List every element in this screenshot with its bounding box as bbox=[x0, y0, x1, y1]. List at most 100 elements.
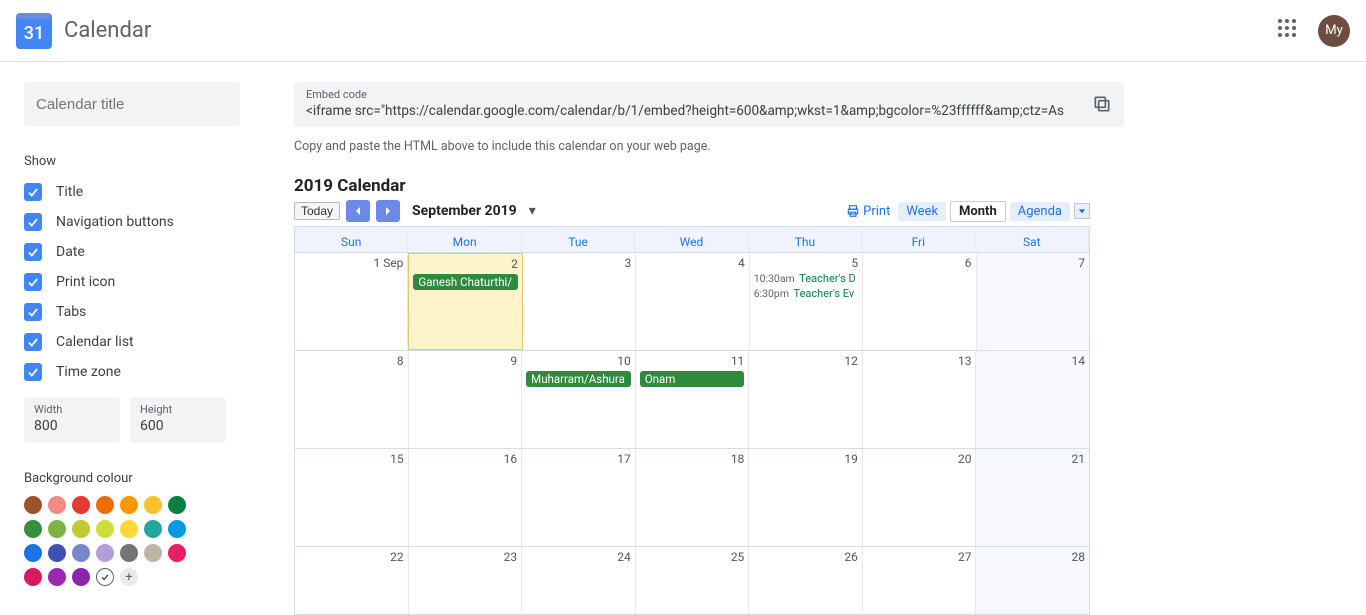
check-timezone[interactable]: Time zone bbox=[24, 363, 264, 381]
next-month-button[interactable] bbox=[376, 200, 400, 222]
tab-week[interactable]: Week bbox=[898, 202, 946, 221]
colour-swatch[interactable] bbox=[96, 520, 114, 538]
day-cell[interactable]: 22 bbox=[295, 547, 409, 614]
today-button[interactable]: Today bbox=[294, 202, 340, 220]
check-calendar-list[interactable]: Calendar list bbox=[24, 333, 264, 351]
day-cell[interactable]: 3 bbox=[523, 253, 636, 350]
day-header: Sat bbox=[976, 232, 1089, 252]
day-cell[interactable]: 27 bbox=[863, 547, 977, 614]
colour-swatch[interactable] bbox=[24, 544, 42, 562]
header-left: 31 Calendar bbox=[16, 13, 151, 49]
week-row: 151617 1819 20 21 bbox=[295, 448, 1089, 546]
day-cell[interactable]: 10Muharram/Ashura bbox=[522, 351, 636, 448]
colour-swatch[interactable] bbox=[24, 568, 42, 586]
day-cell[interactable]: 14 bbox=[976, 351, 1089, 448]
day-cell[interactable]: 23 bbox=[409, 547, 523, 614]
print-button[interactable]: Print bbox=[846, 204, 890, 219]
day-number: 21 bbox=[980, 452, 1085, 466]
day-cell[interactable]: 510:30am Teacher's D6:30pm Teacher's Ev bbox=[750, 253, 863, 350]
day-number: 8 bbox=[299, 354, 404, 368]
timed-event[interactable]: 6:30pm Teacher's Ev bbox=[754, 287, 858, 300]
day-number: 27 bbox=[867, 550, 972, 564]
day-cell[interactable]: 2Ganesh Chaturthi/ bbox=[408, 253, 522, 350]
width-input[interactable]: Width 800 bbox=[24, 397, 120, 443]
day-cell[interactable]: 6 bbox=[863, 253, 976, 350]
day-cell[interactable]: 24 bbox=[522, 547, 636, 614]
day-number: 20 bbox=[867, 452, 972, 466]
day-cell[interactable]: 8 bbox=[295, 351, 409, 448]
check-date[interactable]: Date bbox=[24, 243, 264, 261]
all-day-event[interactable]: Onam bbox=[640, 371, 745, 387]
colour-swatch[interactable] bbox=[144, 496, 162, 514]
colour-swatch[interactable] bbox=[120, 496, 138, 514]
day-cell[interactable]: 20 bbox=[863, 449, 977, 546]
colour-swatch[interactable] bbox=[72, 544, 90, 562]
day-cell[interactable]: 16 bbox=[409, 449, 523, 546]
check-title[interactable]: Title bbox=[24, 183, 264, 201]
day-cell[interactable]: 13 bbox=[863, 351, 977, 448]
user-avatar[interactable]: My bbox=[1318, 15, 1350, 47]
day-cell[interactable]: 7 bbox=[977, 253, 1089, 350]
colour-swatch[interactable] bbox=[72, 520, 90, 538]
week-row: 1 Sep2Ganesh Chaturthi/34510:30am Teache… bbox=[295, 252, 1089, 350]
colour-swatches: + bbox=[24, 496, 204, 586]
day-cell[interactable]: 1 Sep bbox=[295, 253, 408, 350]
embed-code-text: <iframe src="https://calendar.google.com… bbox=[306, 103, 1082, 119]
colour-swatch[interactable] bbox=[168, 544, 186, 562]
day-cell[interactable]: 17 bbox=[522, 449, 636, 546]
day-cell[interactable]: 4 bbox=[636, 253, 749, 350]
height-input[interactable]: Height 600 bbox=[130, 397, 226, 443]
check-label: Time zone bbox=[56, 364, 121, 380]
embed-text-area[interactable]: Embed code <iframe src="https://calendar… bbox=[306, 88, 1082, 119]
colour-swatch[interactable] bbox=[144, 520, 162, 538]
colour-swatch[interactable] bbox=[48, 496, 66, 514]
colour-swatch[interactable] bbox=[96, 544, 114, 562]
day-cell[interactable]: 26 bbox=[749, 547, 863, 614]
month-dropdown-icon[interactable]: ▾ bbox=[529, 203, 536, 219]
day-cell[interactable]: 11Onam bbox=[636, 351, 750, 448]
day-header: Wed bbox=[635, 232, 748, 252]
checkbox-icon bbox=[24, 273, 42, 291]
colour-swatch[interactable] bbox=[96, 496, 114, 514]
colour-swatch[interactable] bbox=[48, 568, 66, 586]
day-cell[interactable]: 15 bbox=[295, 449, 409, 546]
day-cell[interactable]: 25 bbox=[636, 547, 750, 614]
calendar-title-input[interactable] bbox=[24, 82, 240, 126]
main-content: Show Title Navigation buttons Date Print… bbox=[0, 62, 1366, 615]
colour-swatch[interactable] bbox=[48, 520, 66, 538]
day-cell[interactable]: 21 bbox=[976, 449, 1089, 546]
colour-swatch[interactable] bbox=[72, 568, 90, 586]
prev-month-button[interactable] bbox=[346, 200, 370, 222]
colour-swatch[interactable] bbox=[120, 544, 138, 562]
colour-swatch[interactable] bbox=[144, 544, 162, 562]
tab-agenda[interactable]: Agenda bbox=[1010, 202, 1070, 221]
all-day-event[interactable]: Ganesh Chaturthi/ bbox=[413, 274, 517, 290]
add-colour-button[interactable]: + bbox=[120, 568, 138, 586]
week-row: 2223242526 27 28 bbox=[295, 546, 1089, 614]
view-dropdown-icon[interactable] bbox=[1074, 203, 1090, 219]
day-number: 17 bbox=[526, 452, 631, 466]
check-tabs[interactable]: Tabs bbox=[24, 303, 264, 321]
day-cell[interactable]: 12 bbox=[749, 351, 863, 448]
day-cell[interactable]: 9 bbox=[409, 351, 523, 448]
colour-swatch[interactable] bbox=[24, 520, 42, 538]
check-print[interactable]: Print icon bbox=[24, 273, 264, 291]
day-header: Mon bbox=[408, 232, 521, 252]
copy-icon[interactable] bbox=[1092, 94, 1112, 114]
tab-month[interactable]: Month bbox=[950, 201, 1006, 222]
google-apps-icon[interactable] bbox=[1278, 19, 1302, 43]
event-time: 6:30pm bbox=[754, 287, 789, 300]
colour-swatch[interactable] bbox=[24, 496, 42, 514]
colour-swatch[interactable] bbox=[48, 544, 66, 562]
check-nav[interactable]: Navigation buttons bbox=[24, 213, 264, 231]
day-cell[interactable]: 18 bbox=[636, 449, 750, 546]
colour-swatch[interactable] bbox=[168, 496, 186, 514]
day-cell[interactable]: 28 bbox=[976, 547, 1089, 614]
colour-swatch[interactable] bbox=[72, 496, 90, 514]
colour-swatch[interactable] bbox=[168, 520, 186, 538]
timed-event[interactable]: 10:30am Teacher's D bbox=[754, 272, 858, 285]
colour-swatch-selected[interactable] bbox=[96, 568, 114, 586]
day-cell[interactable]: 19 bbox=[749, 449, 863, 546]
colour-swatch[interactable] bbox=[120, 520, 138, 538]
all-day-event[interactable]: Muharram/Ashura bbox=[526, 371, 631, 387]
